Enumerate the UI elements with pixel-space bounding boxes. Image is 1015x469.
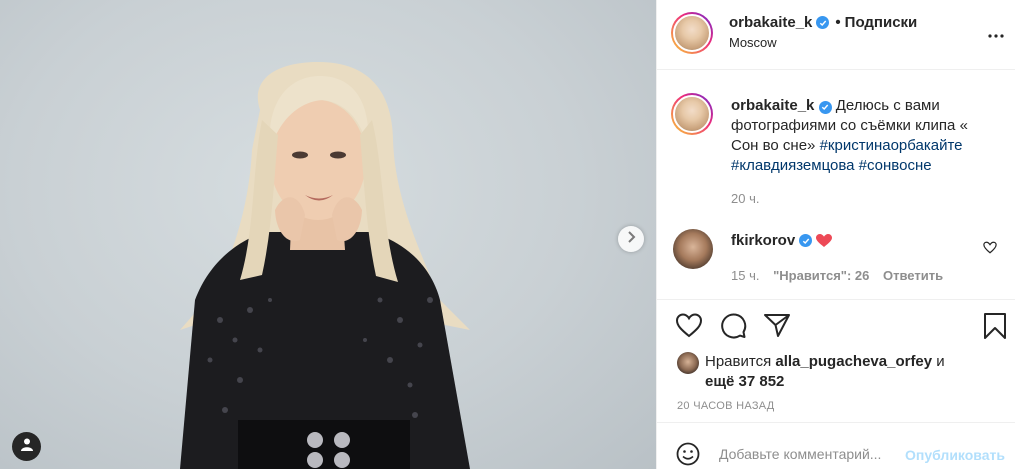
comment: fkirkorov [731, 232, 833, 249]
user-tag-icon [20, 437, 34, 456]
post-sidebar: orbakaite_k • Подписки Moscow orbakaite_… [656, 0, 1015, 469]
post-location[interactable]: Moscow [729, 35, 777, 50]
heart-icon [983, 241, 997, 258]
like-comment-button[interactable] [983, 241, 997, 259]
comment-age: 15 ч. [731, 268, 760, 283]
comment-button[interactable] [719, 312, 747, 345]
chevron-right-icon [626, 230, 636, 248]
post-photo[interactable] [0, 0, 656, 469]
publish-button[interactable]: Опубликовать [905, 447, 1005, 463]
likes-prefix: Нравится [705, 353, 772, 370]
share-button[interactable] [763, 312, 791, 343]
likes-text: Нравится alla_pugacheva_orfey и ещё 37 8… [705, 352, 995, 392]
commenter-avatar[interactable] [673, 229, 713, 269]
heart-icon [675, 313, 703, 342]
action-bar [657, 312, 1015, 348]
photo-image [180, 62, 470, 469]
author-avatar[interactable] [671, 12, 713, 54]
caption-author-avatar[interactable] [671, 93, 713, 135]
user-tags-button[interactable] [12, 432, 41, 461]
hashtag-link[interactable]: #клавдияземцова [731, 157, 855, 174]
add-comment-bar: Опубликовать [657, 422, 1015, 469]
following-button[interactable]: Подписки [845, 14, 918, 31]
emoji-icon [676, 442, 700, 469]
hashtag-link[interactable]: #сонвосне [859, 157, 932, 174]
post-timestamp: 20 ЧАСОВ НАЗАД [677, 400, 775, 412]
more-icon [987, 26, 1005, 43]
verified-badge-icon [816, 16, 830, 29]
comment-likes[interactable]: "Нравится": 26 [773, 268, 869, 283]
post-header: orbakaite_k • Подписки Moscow [657, 0, 1015, 70]
red-heart-icon [816, 233, 833, 248]
comment-icon [719, 313, 747, 344]
likes-count-link[interactable]: ещё 37 852 [705, 373, 784, 390]
comment-meta: 15 ч. "Нравится": 26 Ответить [731, 268, 943, 283]
comment-input[interactable] [719, 446, 894, 462]
liker-avatar[interactable] [677, 352, 699, 374]
like-button[interactable] [675, 312, 703, 343]
next-photo-button[interactable] [618, 226, 644, 252]
comments-area: orbakaite_k Делюсь с вами фотографиями с… [657, 71, 1015, 300]
caption-username[interactable]: orbakaite_k [731, 97, 814, 114]
separator-dot: • [835, 14, 841, 31]
liker-username[interactable]: alla_pugacheva_orfey [775, 353, 932, 370]
caption: orbakaite_k Делюсь с вами фотографиями с… [731, 96, 993, 176]
verified-badge-icon [799, 234, 813, 247]
verified-badge-icon [818, 100, 832, 114]
save-button[interactable] [983, 312, 1007, 345]
comment-username[interactable]: fkirkorov [731, 232, 795, 249]
more-options-button[interactable] [987, 26, 1005, 44]
likes-joiner: и [936, 353, 945, 370]
bookmark-icon [983, 313, 1007, 344]
caption-age: 20 ч. [731, 191, 760, 206]
hashtag-link[interactable]: #кристинаорбакайте [820, 137, 963, 154]
author-username[interactable]: orbakaite_k [729, 14, 812, 31]
share-icon [763, 314, 791, 342]
author-line: orbakaite_k • Подписки [729, 14, 917, 31]
reply-button[interactable]: Ответить [883, 268, 943, 283]
emoji-button[interactable] [676, 442, 700, 469]
